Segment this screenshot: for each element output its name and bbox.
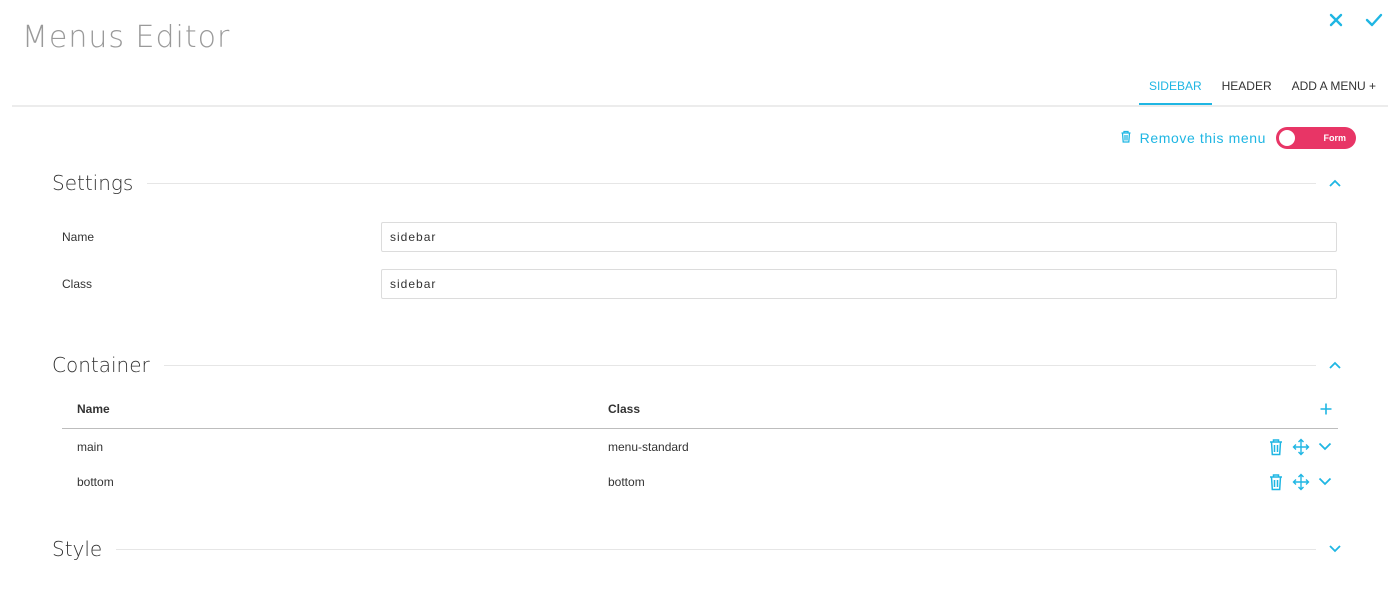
trash-icon[interactable] — [1268, 473, 1284, 491]
page-title: Menus Editor — [22, 20, 231, 55]
chevron-up-icon[interactable] — [1322, 170, 1348, 196]
row-class: menu-standard — [608, 439, 689, 454]
move-icon[interactable] — [1292, 438, 1310, 456]
tab-add-menu[interactable]: ADD A MENU + — [1282, 70, 1386, 106]
table-header: Name Class — [62, 390, 1338, 429]
check-icon[interactable] — [1362, 8, 1386, 32]
tabs-divider — [12, 105, 1388, 107]
name-field[interactable] — [381, 222, 1337, 252]
toggle-label: Form — [1323, 133, 1347, 143]
class-field-row: Class — [62, 268, 1337, 300]
close-icon[interactable] — [1324, 8, 1348, 32]
chevron-down-icon[interactable] — [1318, 442, 1332, 451]
row-name: main — [77, 439, 104, 454]
trash-icon — [1120, 130, 1132, 146]
chevron-down-icon[interactable] — [1322, 536, 1348, 562]
style-title: Style — [52, 537, 103, 561]
chevron-up-icon[interactable] — [1322, 352, 1348, 378]
section-divider — [147, 182, 1316, 184]
menu-actions: Remove this menu Form — [1120, 127, 1356, 149]
trash-icon[interactable] — [1268, 438, 1284, 456]
add-icon[interactable] — [1320, 403, 1332, 415]
container-table: Name Class main menu-standard bottom bot… — [62, 390, 1338, 499]
class-field-label: Class — [62, 277, 93, 291]
row-class: bottom — [608, 474, 645, 489]
column-header-class: Class — [608, 402, 641, 416]
settings-title: Settings — [52, 171, 134, 195]
chevron-down-icon[interactable] — [1318, 477, 1332, 486]
container-section-header: Container — [52, 350, 1348, 380]
remove-menu-label: Remove this menu — [1139, 130, 1266, 146]
section-divider — [116, 548, 1316, 550]
form-toggle[interactable]: Form — [1276, 127, 1356, 149]
settings-section-header: Settings — [52, 168, 1348, 198]
remove-menu-button[interactable]: Remove this menu — [1120, 130, 1266, 146]
header-actions — [1324, 8, 1386, 32]
table-row: bottom bottom — [62, 464, 1338, 499]
tab-sidebar[interactable]: SIDEBAR — [1138, 70, 1212, 106]
name-field-label: Name — [62, 230, 95, 244]
row-name: bottom — [77, 474, 114, 489]
toggle-knob — [1279, 130, 1295, 146]
move-icon[interactable] — [1292, 473, 1310, 491]
column-header-name: Name — [77, 402, 110, 416]
table-row: main menu-standard — [62, 429, 1338, 464]
tab-header[interactable]: HEADER — [1212, 70, 1282, 106]
style-section-header: Style — [52, 534, 1348, 564]
name-field-row: Name — [62, 221, 1337, 253]
class-field[interactable] — [381, 269, 1337, 299]
container-title: Container — [52, 353, 150, 377]
menu-tabs: SIDEBAR HEADER ADD A MENU + — [1138, 70, 1386, 106]
section-divider — [163, 364, 1316, 366]
